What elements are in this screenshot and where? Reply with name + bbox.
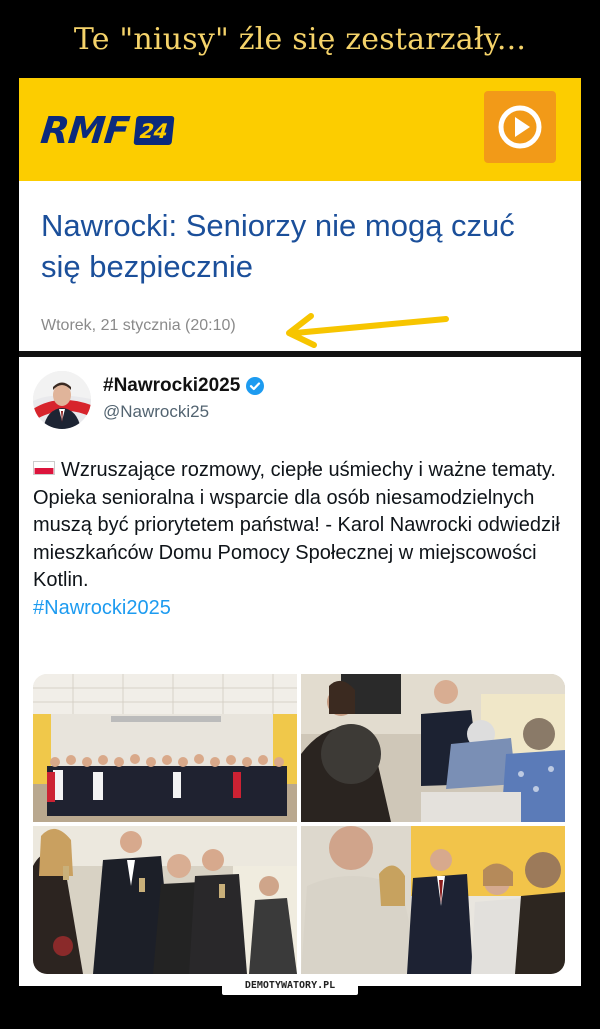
- tweet-photo-4[interactable]: [301, 826, 565, 974]
- tweet-photo-3[interactable]: [33, 826, 297, 974]
- tweet-photo-grid: [33, 674, 565, 974]
- rmf24-logo[interactable]: RMF 24: [38, 108, 174, 152]
- tweet-hashtag-link[interactable]: #Nawrocki2025: [33, 597, 171, 619]
- avatar[interactable]: [33, 371, 91, 429]
- article-headline[interactable]: Nawrocki: Seniorzy nie mogą czuć się bez…: [41, 205, 541, 287]
- meme-title: Te "niusy" źle się zestarzały...: [73, 22, 527, 57]
- tweet-text: Wzruszające rozmowy, ciepłe uśmiechy i w…: [33, 457, 573, 622]
- rmf-logo-text: RMF: [38, 108, 131, 152]
- annotation-arrow-icon: [286, 313, 449, 348]
- rmf24-header-bar: RMF 24: [19, 78, 581, 181]
- avatar-image: [33, 371, 91, 429]
- rmf-logo-number: 24: [133, 115, 174, 145]
- article-header: Nawrocki: Seniorzy nie mogą czuć się bez…: [19, 181, 581, 351]
- poland-flag-icon: [33, 461, 55, 475]
- tweet-card: #Nawrocki2025 @Nawrocki25 Wzruszające ro…: [19, 357, 581, 986]
- tweet-photo-2[interactable]: [301, 674, 565, 822]
- play-button[interactable]: [484, 91, 556, 163]
- watermark: DEMOTYWATORY.PL: [222, 977, 358, 995]
- screenshot-frame: RMF 24 Nawrocki: Seniorzy nie mogą czuć …: [19, 78, 581, 986]
- tweet-handle[interactable]: @Nawrocki25: [103, 402, 209, 422]
- display-name-text: #Nawrocki2025: [103, 375, 241, 396]
- article-date: Wtorek, 21 stycznia (20:10): [41, 317, 236, 334]
- tweet-display-name[interactable]: #Nawrocki2025: [103, 375, 265, 397]
- tweet-photo-1[interactable]: [33, 674, 297, 822]
- verified-badge-icon: [246, 377, 265, 395]
- play-icon: [498, 105, 542, 149]
- tweet-body: Wzruszające rozmowy, ciepłe uśmiechy i w…: [33, 459, 560, 591]
